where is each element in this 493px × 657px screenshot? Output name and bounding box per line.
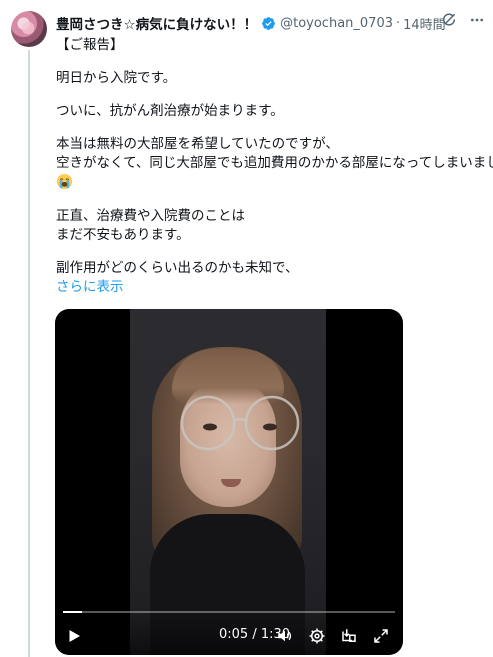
timestamp[interactable]: 14時間 [403, 14, 446, 33]
text-line: まだ不安もあります。 [56, 227, 190, 243]
author-name[interactable]: 豊岡さつき☆病気に負けない！！ [56, 13, 257, 33]
text-line: 【ご報告】 [56, 37, 124, 53]
thread-line [28, 50, 30, 657]
emoji-line [56, 173, 486, 193]
text-line: 本当は無料の大部屋を希望していたのですが、 [56, 136, 339, 152]
play-icon[interactable] [65, 627, 83, 645]
text-line: 明日から入院です。 [56, 70, 177, 86]
current-time: 0:05 [219, 627, 249, 642]
text-line: 正直、治療費や入院費のことは [56, 208, 245, 224]
tweet-text: 【ご報告】 明日から入院です。 ついに、抗がん剤治療が始まります。 本当は無料の… [56, 36, 493, 297]
verified-badge-icon [262, 16, 276, 30]
show-more-link[interactable]: さらに表示 [56, 278, 486, 297]
avatar[interactable] [11, 11, 47, 47]
video-subject-glasses [180, 395, 300, 451]
fullscreen-icon[interactable] [372, 627, 390, 645]
settings-icon[interactable] [308, 627, 326, 645]
video-player[interactable]: 0:05 / 1:30 [55, 309, 403, 655]
tweet-header: 豊岡さつき☆病気に負けない！！ @toyochan_0703 · 14時間 [56, 13, 481, 34]
video-control-icons [276, 627, 390, 645]
text-line: ついに、抗がん剤治療が始まります。 [56, 103, 284, 119]
header-actions [441, 12, 485, 28]
tweet-card[interactable]: 豊岡さつき☆病気に負けない！！ @toyochan_0703 · 14時間 【ご… [0, 0, 493, 657]
grok-icon[interactable] [441, 12, 457, 28]
time-separator: / [248, 627, 261, 642]
loudly-crying-face-emoji [56, 173, 73, 190]
text-line: 副作用がどのくらい出るのかも未知で、 [56, 260, 299, 276]
volume-icon[interactable] [276, 627, 294, 645]
video-frame [130, 309, 326, 655]
text-line: 空きがなくて、同じ大部屋でも追加費用のかかる部屋になってしまいました [56, 155, 493, 171]
video-progress-bar[interactable] [63, 611, 395, 613]
picture-in-picture-icon[interactable] [340, 627, 358, 645]
author-handle[interactable]: @toyochan_0703 [280, 16, 393, 31]
separator-dot: · [395, 15, 401, 31]
video-progress-fill [63, 611, 82, 613]
more-icon[interactable] [469, 12, 485, 28]
